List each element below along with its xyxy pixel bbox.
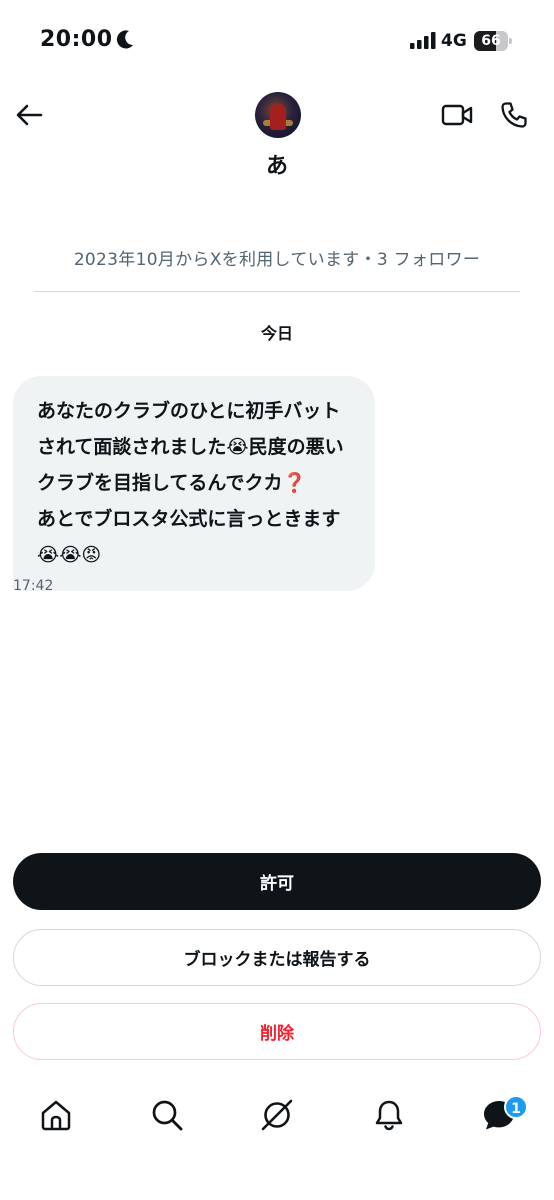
status-time: 20:00	[40, 27, 113, 52]
block-report-button[interactable]: ブロックまたは報告する	[13, 929, 541, 986]
phone-icon[interactable]	[500, 101, 528, 129]
message-bubble[interactable]: あなたのクラブのひとに初手バットされて面談されました😭民度の悪いクラブを目指して…	[13, 376, 375, 591]
profile-info: 2023年10月からXを利用しています・3 フォロワー	[73, 250, 481, 270]
network-type: 4G	[441, 31, 467, 51]
video-camera-icon[interactable]	[441, 102, 473, 128]
delete-button[interactable]: 削除	[13, 1003, 541, 1060]
conversation-header: あ	[0, 80, 554, 190]
contact-name[interactable]: あ	[0, 148, 554, 180]
bottom-tab-bar	[0, 1080, 554, 1200]
battery-percent: 66	[481, 33, 501, 49]
grok-icon[interactable]	[260, 1098, 294, 1132]
status-bar: 20:00 4G 66	[0, 0, 554, 80]
messages-badge: 1	[504, 1095, 528, 1119]
search-icon[interactable]	[150, 1098, 184, 1132]
message-timestamp: 17:42	[13, 578, 54, 594]
arrow-left-icon[interactable]	[14, 100, 44, 130]
date-separator: 今日	[260, 324, 293, 343]
notifications-bell-icon[interactable]	[372, 1098, 406, 1132]
battery-icon: 66	[474, 31, 512, 51]
divider	[34, 291, 520, 292]
cellular-signal-icon	[410, 32, 436, 49]
allow-button[interactable]: 許可	[13, 853, 541, 910]
moon-icon	[116, 30, 133, 49]
avatar[interactable]	[255, 92, 301, 138]
home-icon[interactable]	[39, 1098, 73, 1132]
